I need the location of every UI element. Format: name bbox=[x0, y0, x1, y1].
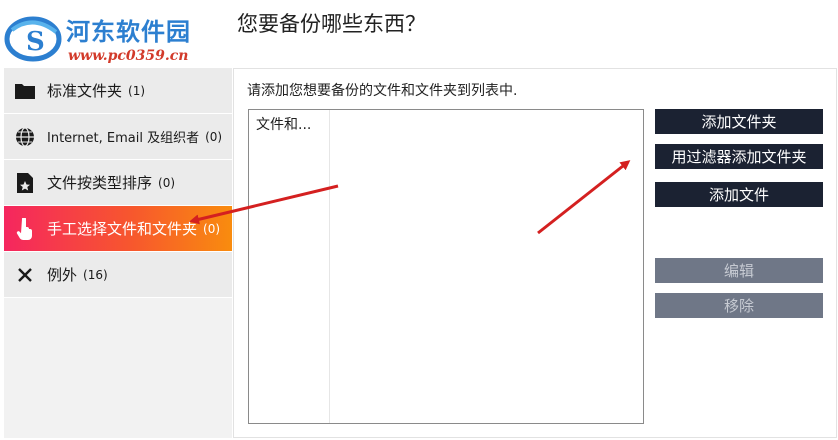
sidebar-item-internet-email[interactable]: Internet, Email 及组织者 (0) bbox=[4, 114, 232, 160]
edit-button[interactable]: 编辑 bbox=[655, 258, 823, 283]
hand-pointer-icon bbox=[13, 217, 37, 241]
sidebar-item-label: 文件按类型排序 bbox=[47, 174, 153, 192]
sidebar-item-count: (1) bbox=[128, 83, 146, 98]
file-list[interactable]: 文件和... bbox=[248, 109, 644, 424]
sidebar-item-count: (0) bbox=[158, 175, 176, 190]
add-folder-button[interactable]: 添加文件夹 bbox=[655, 109, 823, 134]
remove-button[interactable]: 移除 bbox=[655, 293, 823, 318]
sidebar-item-count: (0) bbox=[205, 129, 223, 144]
column-divider[interactable] bbox=[329, 110, 330, 423]
sidebar-item-standard-folders[interactable]: 标准文件夹 (1) bbox=[4, 68, 232, 114]
watermark-logo-icon: S bbox=[4, 16, 62, 62]
watermark: S 河东软件园 www.pc0359.cn bbox=[4, 6, 214, 66]
folder-icon bbox=[13, 79, 37, 103]
sidebar-item-exceptions[interactable]: 例外 (16) bbox=[4, 252, 232, 298]
instruction-text: 请添加您想要备份的文件和文件夹到列表中. bbox=[247, 83, 518, 99]
sidebar-item-label: 例外 bbox=[47, 266, 78, 284]
sidebar: 标准文件夹 (1) Internet, Email 及组织者 (0) 文件按类型… bbox=[4, 68, 232, 438]
add-file-button[interactable]: 添加文件 bbox=[655, 182, 823, 207]
sidebar-item-label: Internet, Email 及组织者 bbox=[47, 131, 200, 146]
svg-text:S: S bbox=[26, 27, 45, 57]
page-title: 您要备份哪些东西？ bbox=[237, 12, 426, 36]
x-icon bbox=[13, 263, 37, 287]
file-star-icon bbox=[13, 171, 37, 195]
sidebar-item-count: (16) bbox=[83, 267, 108, 282]
sidebar-item-label: 手工选择文件和文件夹 bbox=[47, 220, 198, 238]
add-folder-with-filter-button[interactable]: 用过滤器添加文件夹 bbox=[655, 144, 823, 169]
column-header[interactable]: 文件和... bbox=[256, 114, 311, 134]
watermark-site-name: 河东软件园 bbox=[66, 17, 191, 46]
sidebar-item-file-types[interactable]: 文件按类型排序 (0) bbox=[4, 160, 232, 206]
watermark-url: www.pc0359.cn bbox=[68, 48, 189, 64]
sidebar-item-manual-select[interactable]: 手工选择文件和文件夹 (0) bbox=[4, 206, 232, 252]
sidebar-item-count: (0) bbox=[203, 221, 221, 236]
sidebar-item-label: 标准文件夹 bbox=[47, 82, 123, 100]
globe-icon bbox=[13, 125, 37, 149]
